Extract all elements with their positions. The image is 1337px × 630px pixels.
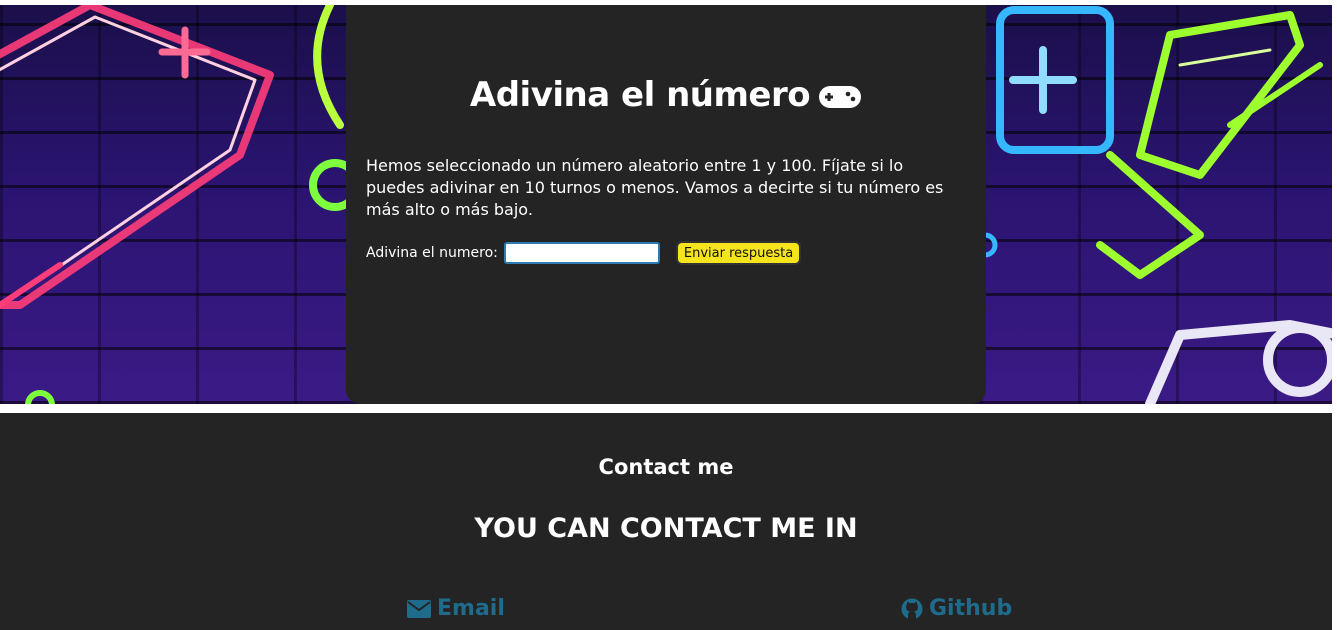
guess-label: Adivina el numero: bbox=[366, 245, 498, 261]
game-description: Hemos seleccionado un número aleatorio e… bbox=[366, 156, 944, 219]
contact-heading: Contact me bbox=[598, 455, 734, 479]
hero-section: Adivina el número Hemos seleccionado un … bbox=[0, 5, 1332, 404]
email-link-label: Email bbox=[437, 596, 505, 621]
gamepad-icon bbox=[819, 85, 862, 108]
game-card: Adivina el número Hemos seleccionado un … bbox=[346, 5, 986, 404]
contact-subheading: YOU CAN CONTACT ME IN bbox=[474, 513, 858, 544]
github-link[interactable]: Github bbox=[901, 596, 1012, 621]
guess-input[interactable] bbox=[503, 242, 660, 264]
email-link[interactable]: Email bbox=[407, 596, 505, 621]
page-title: Adivina el número bbox=[346, 75, 986, 115]
footer: Contact me YOU CAN CONTACT ME IN Email G… bbox=[0, 413, 1332, 630]
submit-guess-button[interactable]: Enviar respuesta bbox=[675, 241, 802, 265]
github-link-label: Github bbox=[929, 596, 1013, 621]
envelope-icon bbox=[407, 599, 431, 618]
guess-form: Adivina el numero: Enviar respuesta bbox=[366, 241, 802, 265]
github-icon bbox=[901, 598, 923, 619]
